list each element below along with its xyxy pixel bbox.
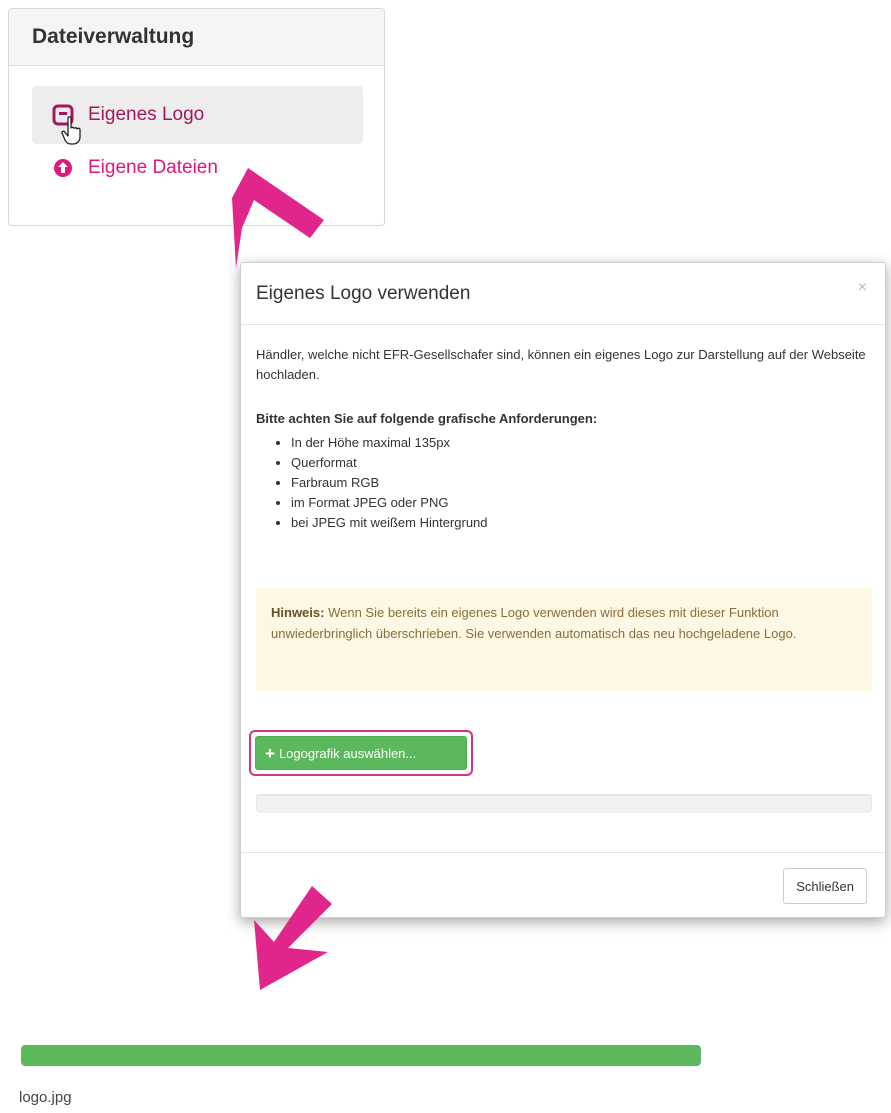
list-item: Querformat [291,453,870,473]
uploaded-filename: logo.jpg [19,1089,72,1106]
modal-body: Händler, welche nicht EFR-Gesellschafer … [241,325,885,533]
hand-pointer-icon [61,116,81,145]
upload-circle-icon [54,159,72,177]
upload-progress-bar-empty [256,794,872,813]
menu-item-label: Eigenes Logo [88,104,205,125]
close-button[interactable]: Schließen [783,868,867,904]
menu-item-label: Eigene Dateien [88,157,218,178]
panel-title: Dateiverwaltung [9,9,384,66]
note-text: Wenn Sie bereits ein eigenes Logo verwen… [271,605,797,641]
list-item: In der Höhe maximal 135px [291,433,870,453]
arrow-down-left-icon [232,168,324,268]
upload-progress-bar [21,1045,701,1066]
warning-note: Hinweis: Wenn Sie bereits ein eigenes Lo… [256,588,872,691]
requirements-list: In der Höhe maximal 135px Querformat Far… [256,433,870,533]
modal-title: Eigenes Logo verwenden [256,283,471,304]
intro-text: Händler, welche nicht EFR-Gesellschafer … [256,347,866,382]
modal-footer: Schließen [241,852,885,919]
progress-fill [21,1045,701,1066]
file-management-panel: Dateiverwaltung Eigenes Logo Eigene Date… [8,8,385,226]
list-item: im Format JPEG oder PNG [291,493,870,513]
note-label: Hinweis: [271,605,325,620]
close-icon[interactable]: × [858,279,867,297]
modal-header: Eigenes Logo verwenden × [241,263,885,325]
list-item: bei JPEG mit weißem Hintergrund [291,513,870,533]
logo-upload-modal: Eigenes Logo verwenden × Händler, welche… [240,262,886,918]
select-logo-label: Logografik auswählen... [278,745,417,761]
plus-icon: + [265,743,275,763]
arrow-down-left-icon [254,886,332,990]
list-item: Farbraum RGB [291,473,870,493]
requirements-title: Bitte achten Sie auf folgende grafische … [256,411,598,426]
upload-button-highlight: + Logografik auswählen... [249,730,473,776]
select-logo-button[interactable]: + Logografik auswählen... [255,736,467,770]
